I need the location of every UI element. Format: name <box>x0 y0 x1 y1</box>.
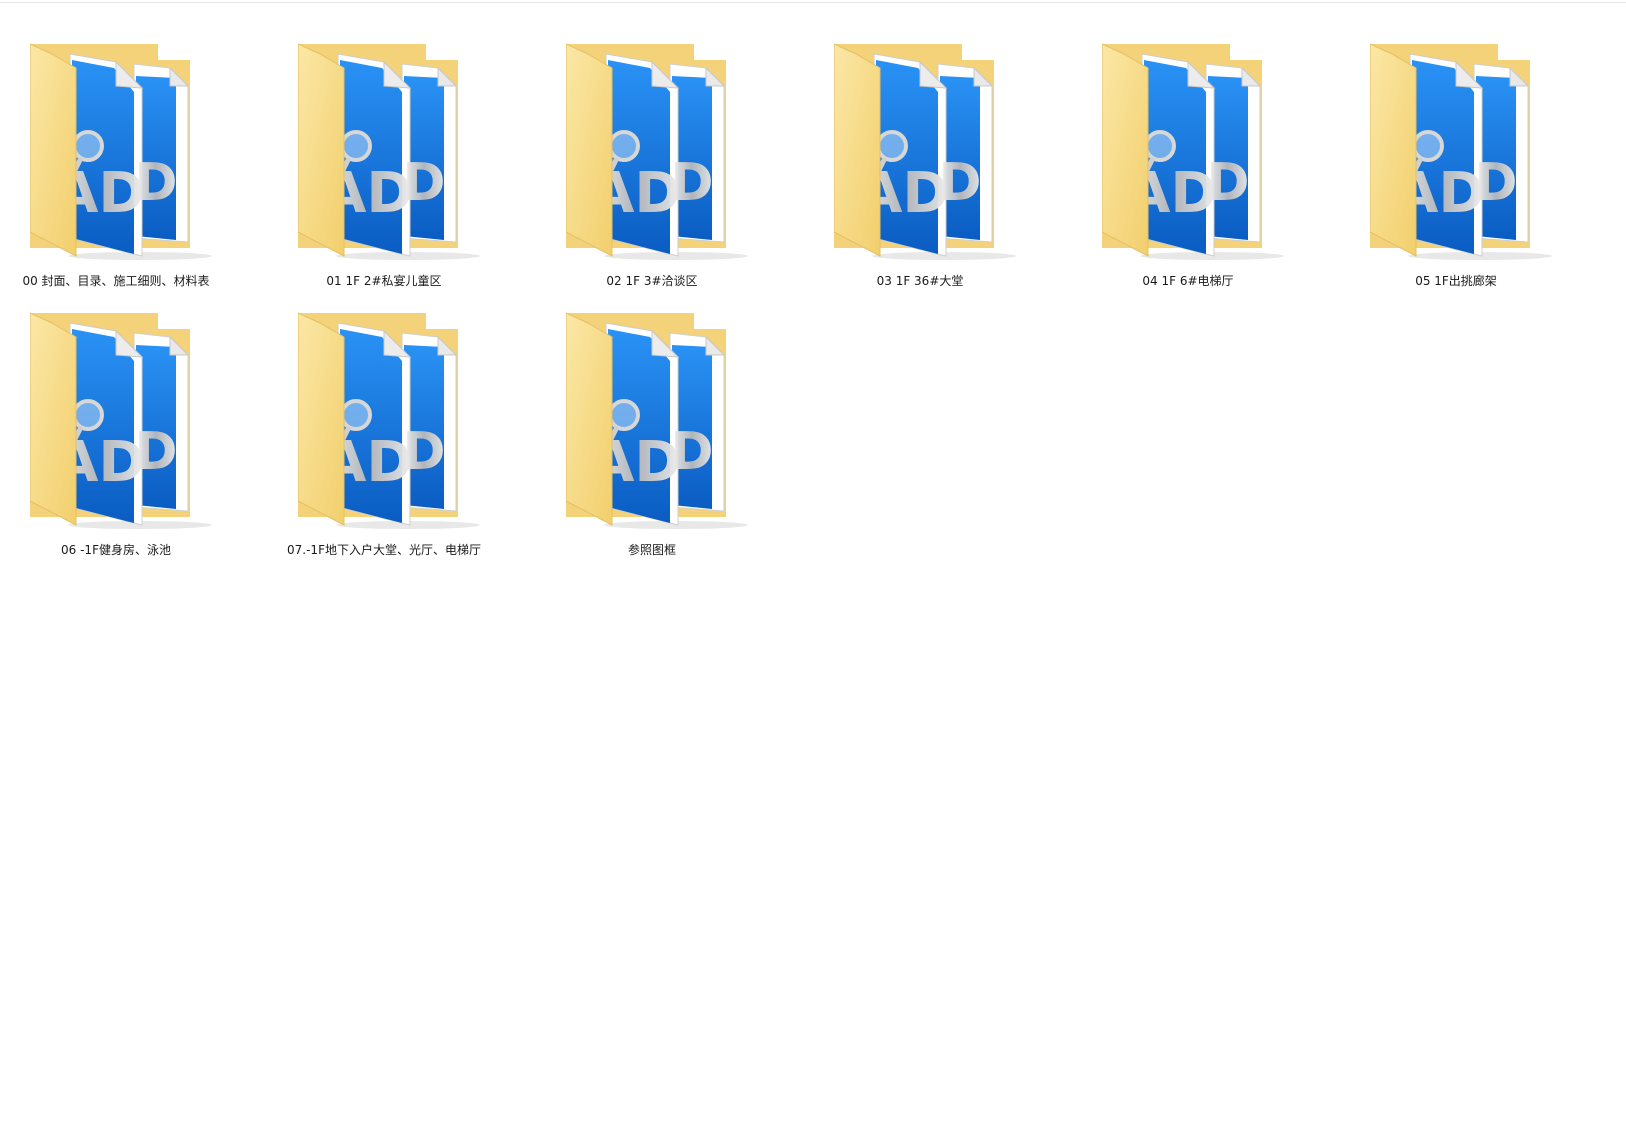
folder-item[interactable]: AD D 参照图框 <box>532 311 772 561</box>
folder-name-label: 参照图框 <box>627 543 676 557</box>
folder-item[interactable]: AD D 05 1F出挑廊架 <box>1336 42 1576 292</box>
folder-cad-icon: AD D <box>29 42 220 266</box>
folder-name-label: 00 封面、目录、施工细则、材料表 <box>22 274 210 288</box>
folder-cad-icon: AD D <box>1369 42 1560 266</box>
folder-cad-icon: AD D <box>297 42 488 266</box>
folder-name-label: 07.-1F地下入户大堂、光厅、电梯厅 <box>287 543 481 557</box>
folder-name-label: 03 1F 36#大堂 <box>876 274 964 288</box>
folder-cad-icon: AD D <box>565 311 756 535</box>
folder-name-label: 01 1F 2#私宴儿童区 <box>326 274 442 288</box>
folder-name-label: 05 1F出挑廊架 <box>1415 274 1497 288</box>
svg-text:D: D <box>402 422 445 482</box>
svg-text:D: D <box>134 422 177 482</box>
svg-text:D: D <box>670 422 713 482</box>
folder-name-label: 06 -1F健身房、泳池 <box>61 543 171 557</box>
folder-item[interactable]: AD D 03 1F 36#大堂 <box>800 42 1040 292</box>
folder-item[interactable]: AD D 00 封面、目录、施工细则、材料表 <box>0 42 236 292</box>
folder-item[interactable]: AD D 06 -1F健身房、泳池 <box>0 311 236 561</box>
svg-text:D: D <box>1474 153 1517 213</box>
folder-name-label: 02 1F 3#洽谈区 <box>606 274 698 288</box>
folder-cad-icon: AD D <box>1101 42 1292 266</box>
folder-item[interactable]: AD D 07.-1F地下入户大堂、光厅、电梯厅 <box>264 311 504 561</box>
folder-cad-icon: AD D <box>565 42 756 266</box>
folder-cad-icon: AD D <box>297 311 488 535</box>
folder-cad-icon: AD D <box>29 311 220 535</box>
folder-item[interactable]: AD D 02 1F 3#洽谈区 <box>532 42 772 292</box>
svg-text:D: D <box>938 153 981 213</box>
svg-text:D: D <box>1206 153 1249 213</box>
folder-item[interactable]: AD D 04 1F 6#电梯厅 <box>1068 42 1308 292</box>
folder-name-label: 04 1F 6#电梯厅 <box>1142 274 1234 288</box>
svg-text:D: D <box>670 153 713 213</box>
svg-text:D: D <box>134 153 177 213</box>
folder-item[interactable]: AD D 01 1F 2#私宴儿童区 <box>264 42 504 292</box>
file-view: AD D 00 封面、目录、施工细则、材料表 AD D 01 1F 2#私宴儿童… <box>0 0 1626 1136</box>
svg-text:D: D <box>402 153 445 213</box>
folder-cad-icon: AD D <box>833 42 1024 266</box>
